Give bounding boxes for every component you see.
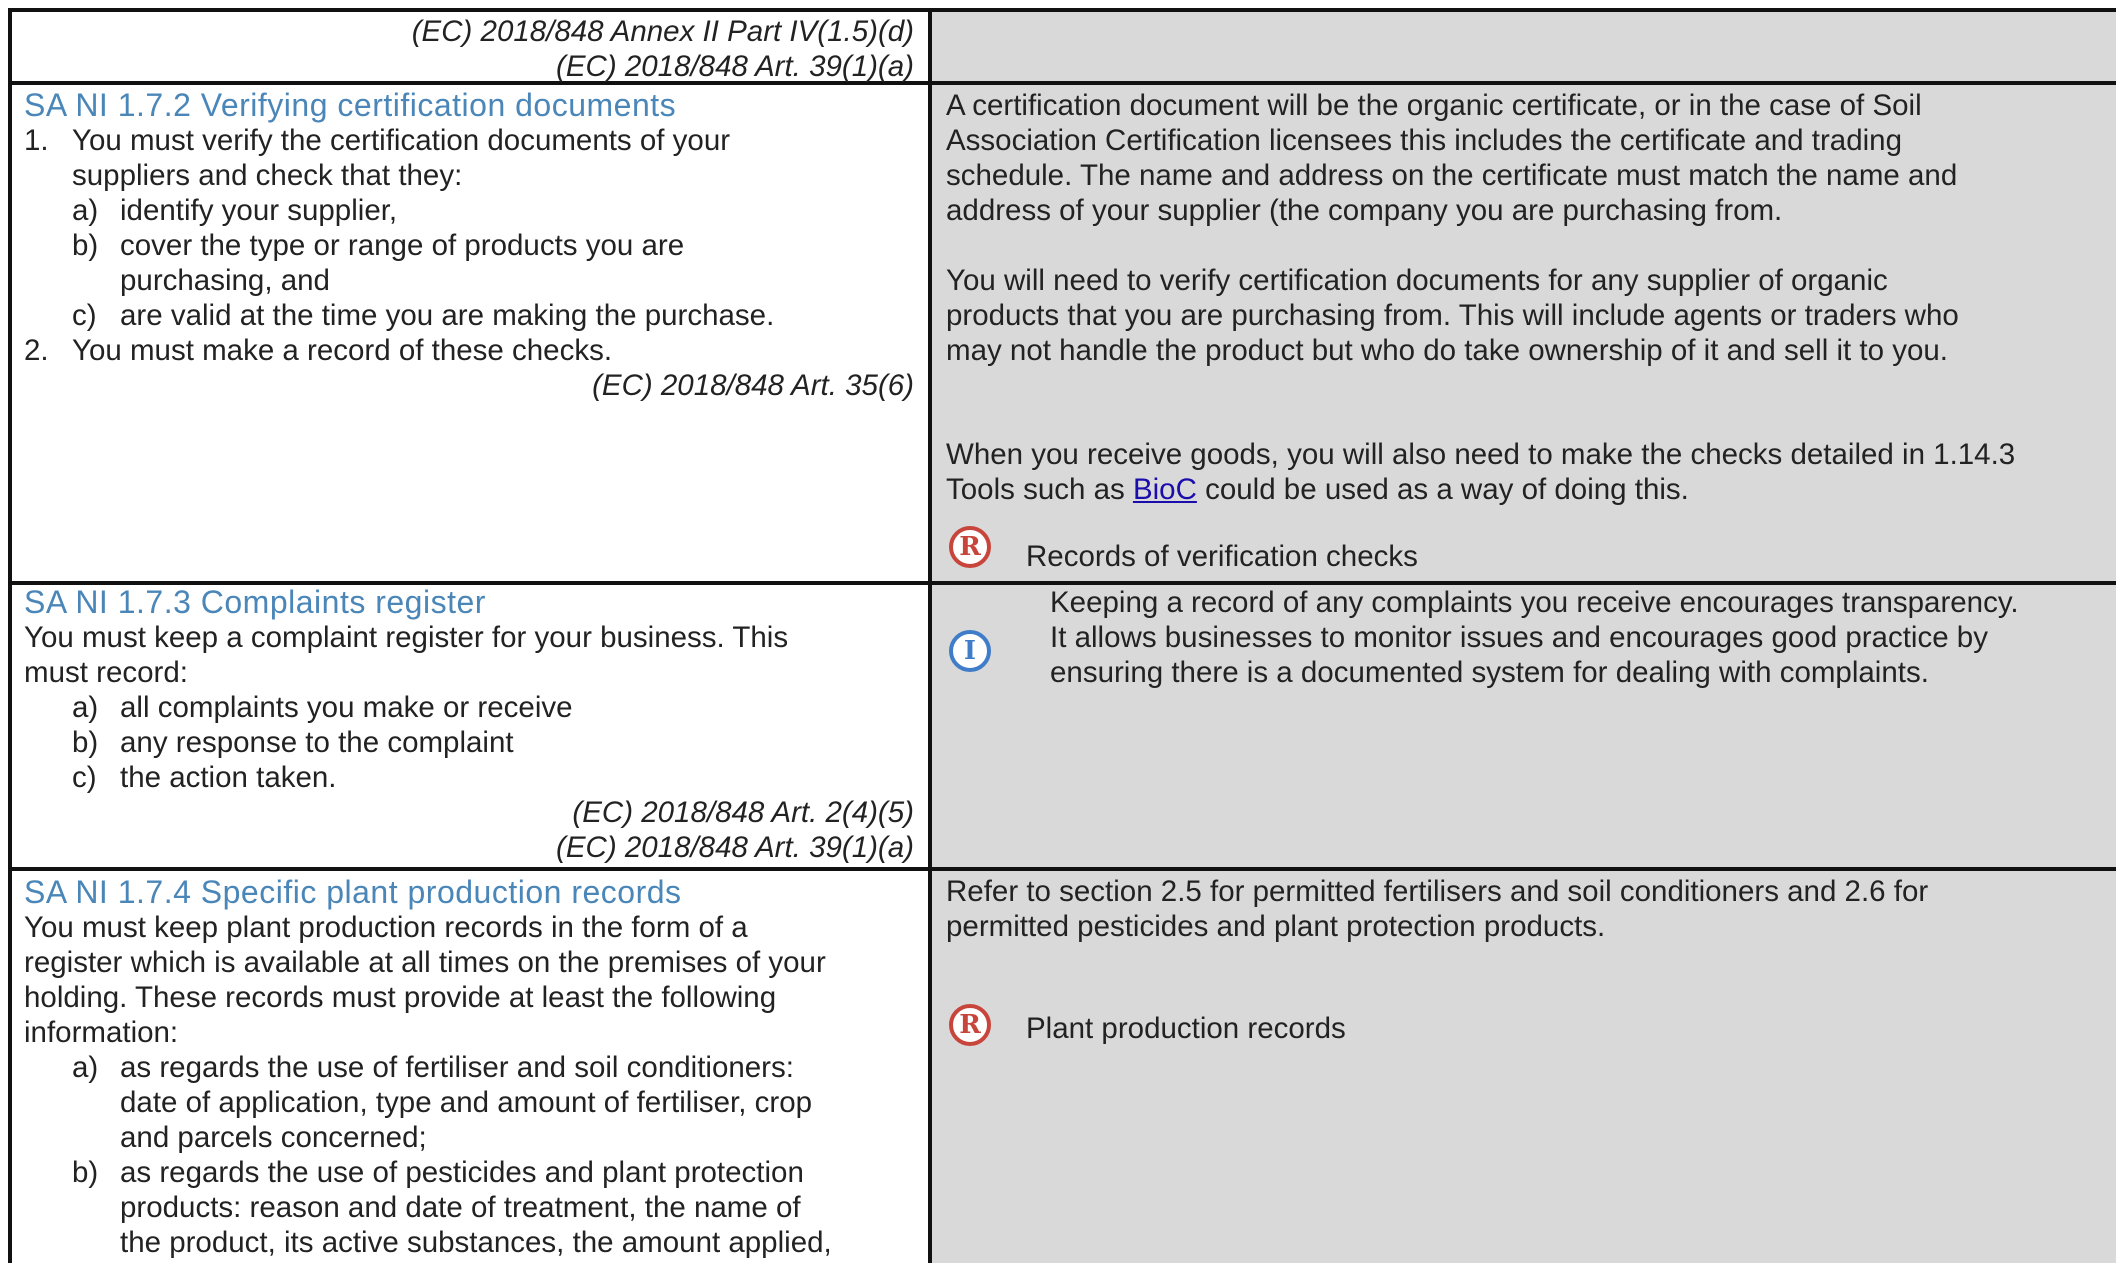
guidance-text: Refer to section 2.5 for permitted ferti… [946, 875, 1929, 908]
requirement-text: as regards the use of fertiliser and soi… [120, 1051, 794, 1084]
requirement-text: the product, its active substances, the … [120, 1226, 832, 1259]
record-label: Records of verification checks [1026, 540, 1418, 573]
guidance-text: It allows businesses to monitor issues a… [1050, 621, 1988, 654]
row-standard-1-7-4: SA NI 1.7.4 Specific plant production re… [8, 871, 2116, 1263]
tools-text: could be used as a way of doing this. [1196, 473, 1689, 506]
requirement-text: as regards the use of pesticides and pla… [120, 1156, 804, 1189]
record-icon: R [949, 526, 991, 568]
requirement-text: suppliers and check that they: [72, 159, 463, 192]
bioc-link[interactable]: BioC [1133, 473, 1197, 506]
record-icon: R [949, 1004, 991, 1046]
legislation-reference: (EC) 2018/848 Art. 39(1)(a) [556, 50, 914, 83]
requirement-text: must record: [24, 656, 188, 689]
requirement-text: all complaints you make or receive [120, 691, 573, 724]
requirement-text: purchasing, and [120, 264, 330, 297]
legislation-reference: (EC) 2018/848 Annex II Part IV(1.5)(d) [411, 15, 914, 48]
row-standard-1-7-2: SA NI 1.7.2 Verifying certification docu… [8, 85, 2116, 585]
guidance-text: You will need to verify certification do… [946, 264, 1888, 297]
requirement-text: information: [24, 1016, 179, 1049]
guidance-cell: Refer to section 2.5 for permitted ferti… [932, 871, 2116, 1263]
guidance-text: When you receive goods, you will also ne… [946, 438, 2016, 471]
guidance-text: address of your supplier (the company yo… [946, 194, 1783, 227]
guidance-text: products that you are purchasing from. T… [946, 299, 1959, 332]
requirement-text: any response to the complaint [120, 726, 514, 759]
guidance-text: may not handle the product but who do ta… [946, 334, 1948, 367]
list-number: 1. [24, 124, 49, 157]
requirement-text: You must keep a complaint register for y… [24, 621, 789, 654]
legislation-reference: (EC) 2018/848 Art. 35(6) [592, 369, 914, 402]
list-number: 2. [24, 334, 49, 367]
requirement-text: date of application, type and amount of … [120, 1086, 813, 1119]
guidance-text: Association Certification licensees this… [946, 124, 1902, 157]
guidance-text: schedule. The name and address on the ce… [946, 159, 1958, 192]
standard-heading: SA NI 1.7.3 Complaints register [24, 584, 486, 620]
requirement-text: holding. These records must provide at l… [24, 981, 777, 1014]
requirement-text: You must keep plant production records i… [24, 911, 748, 944]
requirement-text: and parcels concerned; [120, 1121, 427, 1154]
requirement-text: identify your supplier, [120, 194, 398, 227]
requirement-cell: (EC) 2018/848 Annex II Part IV(1.5)(d) (… [8, 12, 932, 83]
standard-heading: SA NI 1.7.2 Verifying certification docu… [24, 87, 677, 123]
requirement-text: are valid at the time you are making the… [120, 299, 775, 332]
list-marker: a) [72, 194, 99, 227]
list-marker: a) [72, 691, 99, 724]
requirement-text: register which is available at all times… [24, 946, 826, 979]
guidance-text: Keeping a record of any complaints you r… [1050, 586, 2019, 619]
guidance-text: A certification document will be the org… [946, 89, 1922, 122]
list-marker: b) [72, 229, 99, 262]
legislation-reference: (EC) 2018/848 Art. 2(4)(5) [572, 796, 914, 829]
guidance-cell: A certification document will be the org… [932, 85, 2116, 581]
standard-heading: SA NI 1.7.4 Specific plant production re… [24, 874, 682, 910]
requirement-text: the action taken. [120, 761, 337, 794]
list-marker: a) [72, 1051, 99, 1084]
requirement-text: You must make a record of these checks. [72, 334, 613, 367]
requirement-cell: SA NI 1.7.3 Complaints register You must… [8, 585, 932, 867]
requirement-cell: SA NI 1.7.2 Verifying certification docu… [8, 85, 932, 581]
row-previous-standard: (EC) 2018/848 Annex II Part IV(1.5)(d) (… [8, 8, 2116, 85]
legislation-reference: (EC) 2018/848 Art. 39(1)(a) [556, 831, 914, 864]
requirement-text: products: reason and date of treatment, … [120, 1191, 801, 1224]
list-marker: c) [72, 761, 97, 794]
list-marker: b) [72, 726, 99, 759]
record-label: Plant production records [1026, 1012, 1346, 1045]
requirement-text: cover the type or range of products you … [120, 229, 685, 262]
requirement-cell: SA NI 1.7.4 Specific plant production re… [8, 871, 932, 1263]
guidance-cell [932, 12, 2116, 81]
guidance-text: permitted pesticides and plant protectio… [946, 910, 1606, 943]
guidance-text: ensuring there is a documented system fo… [1050, 656, 1929, 689]
standards-document: (EC) 2018/848 Annex II Part IV(1.5)(d) (… [0, 0, 2116, 1263]
row-standard-1-7-3: SA NI 1.7.3 Complaints register You must… [8, 585, 2116, 871]
list-marker: b) [72, 1156, 99, 1189]
list-marker: c) [72, 299, 97, 332]
information-icon: I [949, 630, 991, 672]
tools-text: Tools such as [946, 473, 1133, 506]
requirement-text: You must verify the certification docume… [72, 124, 731, 157]
guidance-text: Tools such as BioC could be used as a wa… [946, 472, 1689, 507]
guidance-cell: I Keeping a record of any complaints you… [932, 585, 2116, 867]
